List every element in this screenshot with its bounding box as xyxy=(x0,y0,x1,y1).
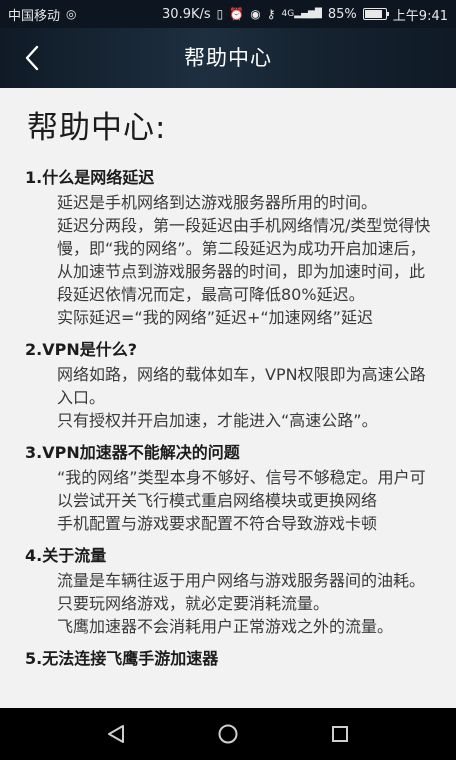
battery-icon xyxy=(362,8,389,20)
paragraph: 网络如路，网络的载体如车，VPN权限即为高速公路入口。 xyxy=(57,365,426,407)
battery-fill xyxy=(364,10,382,18)
paragraph: 只有授权并开启加速，才能进入“高速公路”。 xyxy=(57,411,378,430)
app-header: 帮助中心 xyxy=(0,28,456,88)
vibrate-icon: ▯ xyxy=(216,7,224,21)
paragraph: 实际延迟=“我的网络”延迟+“加速网络”延迟 xyxy=(57,308,373,327)
section-title: 5.无法连接飞鹰手游加速器 xyxy=(25,649,219,668)
section-connection-failure: 5.无法连接飞鹰手游加速器 xyxy=(0,646,456,672)
sync-icon: ◎ xyxy=(66,7,77,21)
section-data-usage: 4.关于流量 流量是车辆往返于用户网络与游戏服务器间的油耗。只要玩网络游戏，就必… xyxy=(0,543,456,638)
clock: 上午9:41 xyxy=(392,8,448,24)
paragraph: 飞鹰加速器不会消耗用户正常游戏之外的流量。 xyxy=(57,617,394,636)
page-title: 帮助中心: xyxy=(27,110,167,146)
section-title: 4.关于流量 xyxy=(25,546,107,565)
back-nav-button[interactable] xyxy=(96,714,136,754)
section-vpn-limitations: 3.VPN加速器不能解决的问题 “我的网络”类型本身不够好、信号不够稳定。用户可… xyxy=(0,440,456,535)
status-bar: 中国移动 ◎ 30.9K/s ▯ ⏰ ◉ ⚷ 4G▂▄▆█ 85% 上午9:41 xyxy=(0,0,456,28)
key-icon: ⚷ xyxy=(266,7,276,21)
paragraph: 延迟是手机网络到达游戏服务器所用的时间。 xyxy=(57,193,378,212)
section-title: 3.VPN加速器不能解决的问题 xyxy=(25,443,240,462)
section-title: 2.VPN是什么? xyxy=(25,340,137,359)
signal-icon: 4G▂▄▆█ xyxy=(281,9,322,19)
section-network-latency: 1.什么是网络延迟 延迟是手机网络到达游戏服务器所用的时间。 延迟分两段，第一段… xyxy=(0,165,456,329)
square-recents-icon xyxy=(332,726,348,742)
paragraph: 流量是车辆往返于用户网络与游戏服务器间的油耗。只要玩网络游戏，就必定要消耗流量。 xyxy=(57,571,426,613)
battery-percent: 85% xyxy=(327,6,357,22)
network-type: 4G xyxy=(281,9,295,19)
triangle-back-icon xyxy=(108,725,124,743)
recents-nav-button[interactable] xyxy=(320,714,360,754)
header-title: 帮助中心 xyxy=(184,46,272,70)
home-nav-button[interactable] xyxy=(208,714,248,754)
network-speed: 30.9K/s xyxy=(162,6,211,22)
section-title: 1.什么是网络延迟 xyxy=(25,168,155,187)
eye-icon: ◉ xyxy=(250,7,261,21)
system-nav-bar xyxy=(0,708,456,760)
alarm-icon: ⏰ xyxy=(229,7,245,21)
circle-home-icon xyxy=(218,724,238,744)
paragraph: 延迟分两段，第一段延迟由手机网络情况/类型觉得快慢，即“我的网络”。第二段延迟为… xyxy=(57,216,431,304)
paragraph: “我的网络”类型本身不够好、信号不够稳定。用户可以尝试开关飞行模式重启网络模块或… xyxy=(57,468,426,510)
paragraph: 手机配置与游戏要求配置不符合导致游戏卡顿 xyxy=(57,514,378,533)
section-what-is-vpn: 2.VPN是什么? 网络如路，网络的载体如车，VPN权限即为高速公路入口。 只有… xyxy=(0,337,456,432)
help-content[interactable]: 帮助中心: 1.什么是网络延迟 延迟是手机网络到达游戏服务器所用的时间。 延迟分… xyxy=(0,88,456,708)
carrier-label: 中国移动 xyxy=(8,8,61,24)
